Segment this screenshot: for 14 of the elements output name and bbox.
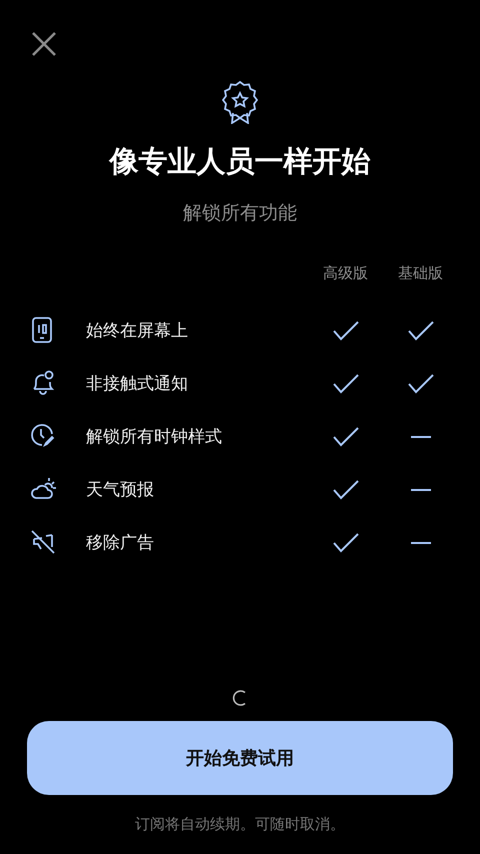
feature-label: 天气预报 — [86, 479, 155, 501]
feature-label: 始终在屏幕上 — [86, 320, 189, 342]
feature-label: 非接触式通知 — [86, 373, 189, 395]
column-header: 高级版 — [322, 264, 369, 282]
award-icon — [222, 80, 258, 124]
close-button[interactable] — [30, 30, 58, 58]
column-header: 基础版 — [397, 264, 444, 282]
feature-label: 移除广告 — [86, 532, 155, 554]
title: 像专业人员一样开始 — [110, 143, 370, 180]
start-trial-button[interactable]: 开始免费试用 — [27, 721, 453, 795]
subtitle: 解锁所有功能 — [183, 201, 297, 226]
close-icon — [31, 31, 57, 57]
footnote: 订阅将自动续期。可随时取消。 — [135, 815, 345, 834]
feature-label: 解锁所有时钟样式 — [86, 426, 223, 448]
